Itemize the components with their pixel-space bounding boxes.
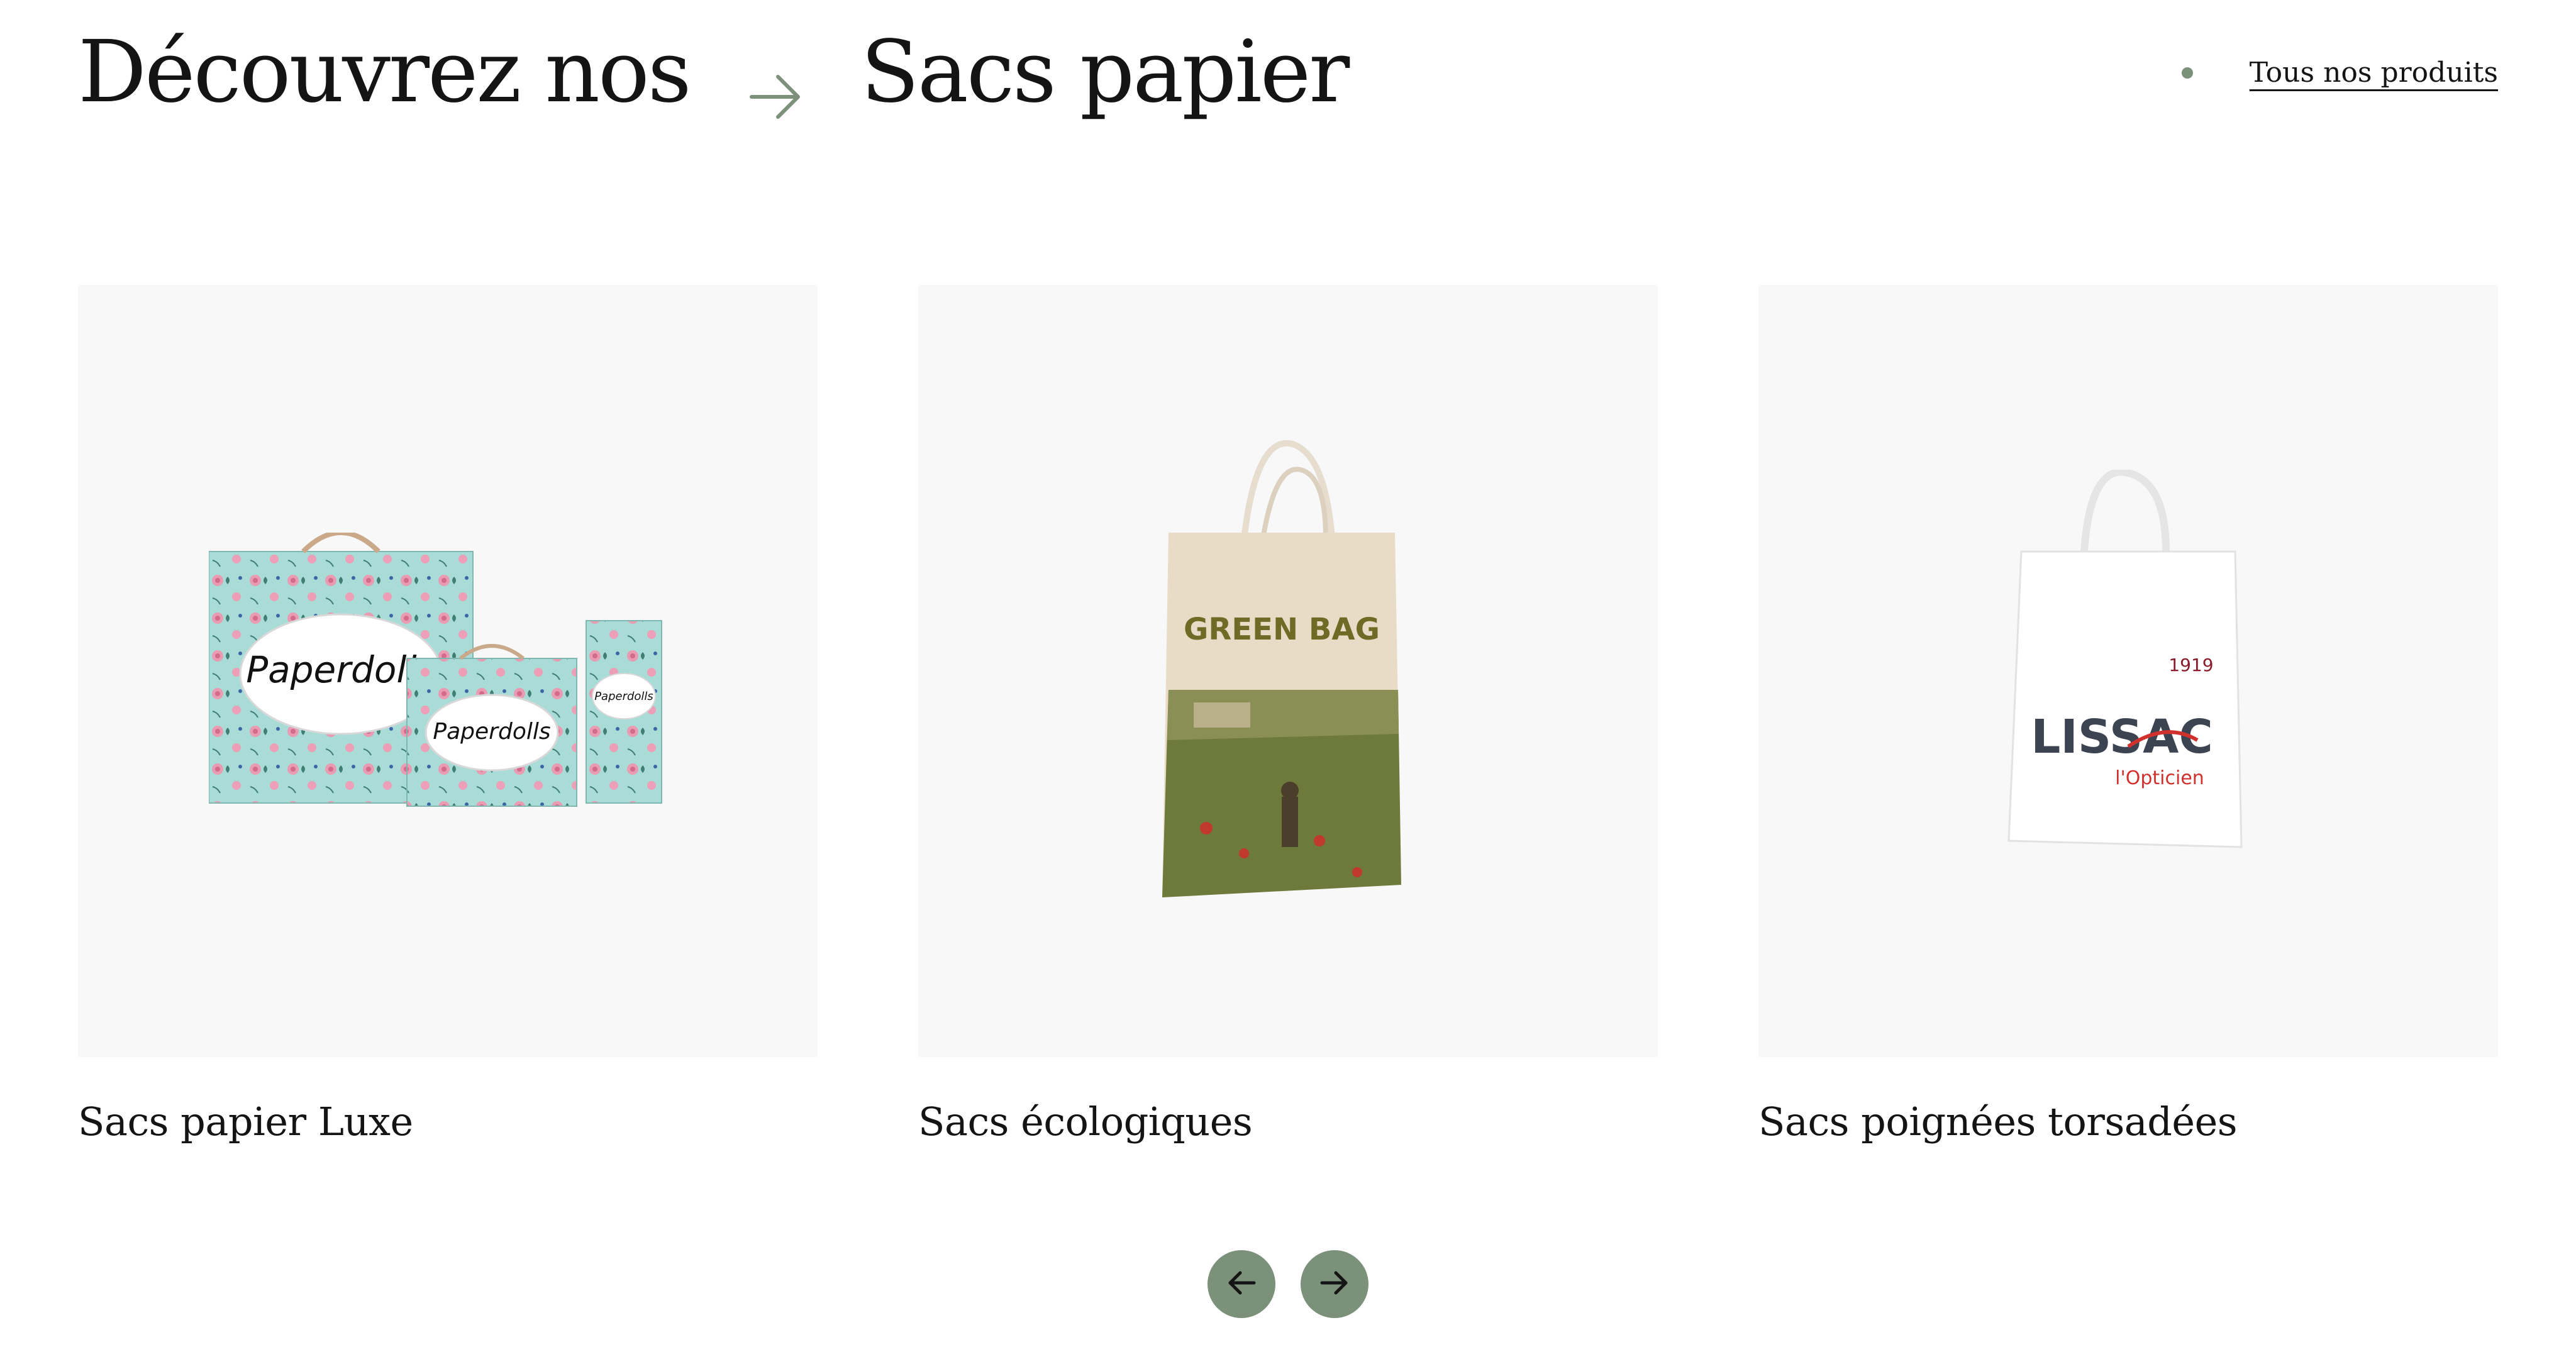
all-products-link-group: Tous nos produits [2181, 57, 2498, 89]
arrow-right-icon [747, 43, 804, 119]
product-label[interactable]: Sacs poignées torsadées [1758, 1100, 2498, 1144]
brand-text: Paperdolls [594, 690, 653, 703]
arrow-right-icon [1318, 1267, 1351, 1302]
green-bag-illustration: GREEN BAG [1162, 440, 1401, 897]
brand-text: Paperdolls [433, 719, 550, 745]
brand-tagline: l'Opticien [2115, 767, 2204, 789]
product-label[interactable]: Sacs papier Luxe [78, 1100, 818, 1144]
brand-text: GREEN BAG [1184, 612, 1380, 647]
brand-text: LISSAC [2031, 710, 2213, 764]
lissac-bag-illustration: 1919 LISSAC l'Opticien [2007, 470, 2243, 848]
all-products-link[interactable]: Tous nos produits [2250, 57, 2498, 89]
product-label[interactable]: Sacs écologiques [918, 1100, 1658, 1144]
bullet-dot-icon [2181, 67, 2193, 79]
product-card-luxe[interactable]: Paperdolls Paperdolls Paperdolls Sacs pa… [78, 285, 818, 1144]
section-header: Découvrez nos Sacs papier Tous nos produ… [78, 19, 2498, 126]
luxe-bags-illustration: Paperdolls Paperdolls Paperdolls [209, 533, 662, 807]
product-image[interactable]: GREEN BAG [918, 285, 1658, 1057]
section-heading: Découvrez nos Sacs papier [78, 19, 1350, 126]
product-image[interactable]: Paperdolls Paperdolls Paperdolls [78, 285, 818, 1057]
product-carousel: Paperdolls Paperdolls Paperdolls Sacs pa… [78, 285, 2498, 1144]
heading-intro: Découvrez nos [78, 23, 692, 122]
arrow-left-icon [1225, 1267, 1258, 1302]
brand-year: 1919 [2168, 655, 2213, 675]
carousel-navigation [1208, 1250, 1368, 1318]
product-image[interactable]: 1919 LISSAC l'Opticien [1758, 285, 2498, 1057]
next-button[interactable] [1301, 1250, 1368, 1318]
prev-button[interactable] [1208, 1250, 1275, 1318]
product-card-torsadees[interactable]: 1919 LISSAC l'Opticien Sacs poignées tor… [1758, 285, 2498, 1144]
product-card-ecologiques[interactable]: GREEN BAG Sacs écologiques [918, 285, 1658, 1144]
heading-category[interactable]: Sacs papier [861, 19, 1350, 126]
